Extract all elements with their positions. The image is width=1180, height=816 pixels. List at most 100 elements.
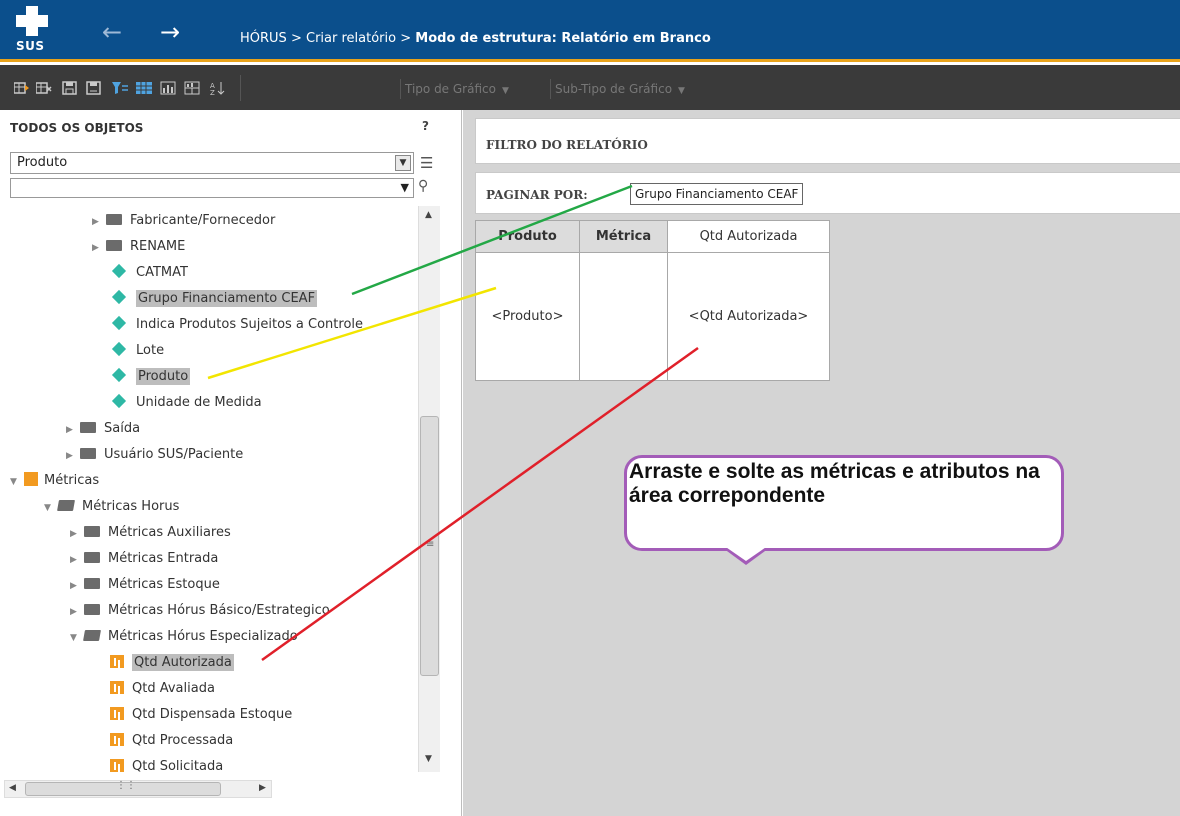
tree-item[interactable]: Qtd Dispensada Estoque	[110, 704, 292, 726]
tree-item-label: Indica Produtos Sujeitos a Controle	[136, 317, 364, 332]
page-by-item[interactable]: Grupo Financiamento CEAF	[630, 183, 804, 205]
grid-cell-qtd-autorizada[interactable]: <Qtd Autorizada>	[667, 252, 830, 381]
search-icon[interactable]: ⚲	[418, 178, 428, 194]
filter-icon[interactable]	[112, 81, 128, 95]
tree-item-label: CATMAT	[136, 265, 188, 280]
grid-header-qtd-autorizada[interactable]: Qtd Autorizada	[667, 220, 830, 253]
tree-item[interactable]: ▶ Métricas Auxiliares	[70, 522, 231, 544]
chevron-right-icon[interactable]: ▶	[66, 445, 80, 467]
graph-view-icon[interactable]	[160, 81, 176, 95]
toolbar-separator	[240, 75, 241, 101]
chevron-down-icon[interactable]: ▼	[70, 627, 84, 649]
scrollbar-thumb[interactable]: ≡	[420, 416, 439, 676]
tree-item[interactable]: Lote	[110, 340, 164, 362]
grid-header-produto[interactable]: Produto	[475, 220, 580, 253]
folder-icon	[106, 214, 122, 225]
grid-header-metrica[interactable]: Métrica	[579, 220, 668, 253]
callout-tail-inner	[720, 543, 772, 561]
chevron-down-icon[interactable]: ▼	[395, 155, 411, 171]
folder-icon	[84, 578, 100, 589]
scrollbar-thumb[interactable]: ⋮⋮	[25, 780, 221, 796]
back-arrow-icon[interactable]: ←	[102, 20, 122, 44]
scroll-left-icon[interactable]: ◀	[9, 783, 16, 793]
tree-item[interactable]: CATMAT	[110, 262, 188, 284]
tree-item[interactable]: Unidade de Medida	[110, 392, 262, 414]
tree-item[interactable]: ▶ Métricas Hórus Básico/Estrategico	[70, 600, 330, 622]
breadcrumb-home[interactable]: HÓRUS	[240, 31, 287, 46]
tree-item[interactable]: ▶ Métricas Entrada	[70, 548, 218, 570]
forward-arrow-icon[interactable]: →	[160, 20, 180, 44]
tree-item-label: Métricas Auxiliares	[108, 525, 231, 540]
tree-item[interactable]: ▼ Métricas Hórus Especializado	[70, 626, 298, 648]
scroll-right-icon[interactable]: ▶	[259, 783, 266, 793]
tree-item[interactable]: ▶ RENAME	[92, 236, 185, 258]
grip-icon: ≡	[426, 539, 435, 550]
chevron-right-icon[interactable]: ▶	[92, 237, 106, 259]
sort-icon[interactable]: AZ	[210, 81, 226, 95]
help-icon[interactable]: ?	[422, 119, 429, 133]
page-by-zone[interactable]: PAGINAR POR: Grupo Financiamento CEAF	[475, 172, 1180, 214]
tree-item[interactable]: Qtd Solicitada	[110, 756, 223, 772]
tree-item-label: Qtd Avaliada	[132, 681, 215, 696]
chevron-right-icon[interactable]: ▶	[70, 575, 84, 597]
tree-item[interactable]: ▼ Métricas Horus	[44, 496, 179, 518]
chevron-right-icon[interactable]: ▶	[66, 419, 80, 441]
report-filter-zone[interactable]: FILTRO DO RELATÓRIO	[475, 118, 1180, 164]
tree-item[interactable]: Qtd Autorizada	[110, 652, 234, 674]
tree-item-label: Lote	[136, 343, 165, 358]
report-data-remove-icon[interactable]	[36, 81, 52, 95]
chart-type-select[interactable]: Tipo de Gráfico ▼	[400, 79, 513, 99]
chevron-right-icon[interactable]: ▶	[70, 601, 84, 623]
chevron-right-icon[interactable]: ▶	[92, 211, 106, 233]
tree-item-label: Qtd Processada	[132, 733, 234, 748]
tree-vertical-scrollbar[interactable]: ▲ ≡ ▼	[418, 206, 440, 772]
folder-open-icon	[57, 500, 75, 511]
breadcrumb-create-report[interactable]: Criar relatório	[306, 31, 396, 46]
chevron-right-icon[interactable]: ▶	[70, 549, 84, 571]
save-icon[interactable]	[62, 81, 78, 95]
tree-item[interactable]: ▼ Métricas	[10, 470, 99, 492]
grid-cell-metrica[interactable]	[579, 252, 668, 381]
chart-subtype-select[interactable]: Sub-Tipo de Gráfico ▼	[550, 79, 689, 99]
tree-item[interactable]: ▶ Saída	[66, 418, 140, 440]
list-view-icon[interactable]: ☰	[420, 154, 433, 172]
chevron-down-icon[interactable]: ▼	[401, 181, 409, 194]
tree-item-label: Métricas Entrada	[108, 551, 219, 566]
tree-item-label: Usuário SUS/Paciente	[104, 447, 244, 462]
scroll-down-icon[interactable]: ▼	[425, 754, 432, 764]
breadcrumb: HÓRUS > Criar relatório > Modo de estrut…	[240, 31, 711, 46]
object-type-select[interactable]: Produto ▼	[10, 152, 414, 174]
tree-item[interactable]: Produto	[110, 366, 191, 388]
chevron-right-icon[interactable]: ▶	[70, 523, 84, 545]
chevron-down-icon: ▼	[501, 86, 509, 96]
tree-item[interactable]: Grupo Financiamento CEAF	[110, 288, 318, 310]
tree-item[interactable]: ▶ Usuário SUS/Paciente	[66, 444, 243, 466]
chevron-down-icon[interactable]: ▼	[44, 497, 58, 519]
attribute-icon	[111, 263, 127, 279]
tree-horizontal-scrollbar[interactable]: ◀ ⋮⋮ ▶	[4, 780, 272, 798]
objects-panel: TODOS OS OBJETOS ? Produto ▼ ☰ ▼ ⚲ ▶ Fabr…	[0, 110, 462, 816]
tree-item[interactable]: ▶ Métricas Estoque	[70, 574, 220, 596]
grid-graph-icon[interactable]	[184, 81, 200, 95]
attribute-icon	[111, 289, 127, 305]
grid-cell-produto[interactable]: <Produto>	[475, 252, 580, 381]
chevron-down-icon[interactable]: ▼	[10, 471, 24, 493]
tree-item-label: Métricas Estoque	[108, 577, 220, 592]
report-data-icon[interactable]	[14, 81, 30, 95]
breadcrumb-current: Modo de estrutura: Relatório em Branco	[415, 31, 711, 46]
tree-item[interactable]: ▶ Fabricante/Fornecedor	[92, 210, 275, 232]
report-grid: Produto Métrica Qtd Autorizada <Produto>…	[475, 220, 830, 381]
tree-item[interactable]: Qtd Avaliada	[110, 678, 215, 700]
folder-icon	[80, 422, 96, 433]
tree-item-label: RENAME	[130, 239, 186, 254]
tree-item[interactable]: Indica Produtos Sujeitos a Controle	[110, 314, 363, 336]
save-as-icon[interactable]	[86, 81, 102, 95]
grid-view-icon[interactable]	[136, 81, 152, 95]
scroll-up-icon[interactable]: ▲	[425, 210, 432, 220]
tree-item-label: Qtd Autorizada	[132, 654, 234, 671]
objects-panel-title: TODOS OS OBJETOS	[10, 121, 144, 135]
tree-item[interactable]: Qtd Processada	[110, 730, 233, 752]
search-input[interactable]: ▼	[10, 178, 414, 198]
metric-icon	[110, 681, 124, 694]
tree-item-label: Qtd Dispensada Estoque	[132, 707, 293, 722]
